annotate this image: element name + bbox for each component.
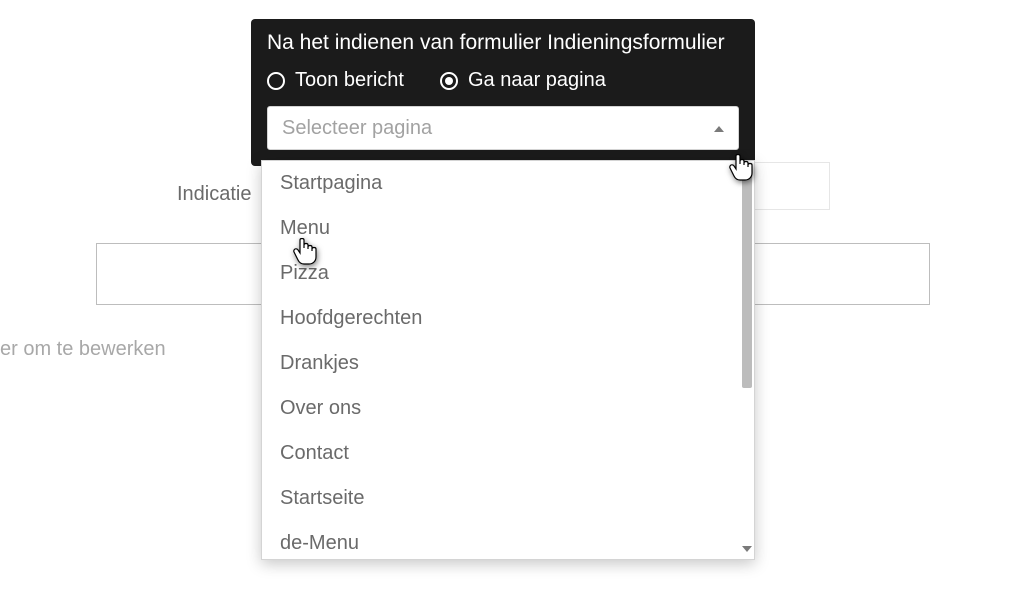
page-select-dropdown: Startpagina Menu Pizza Hoofdgerechten Dr… [261, 160, 755, 560]
scrollbar-thumb[interactable] [742, 163, 752, 388]
dropdown-item-contact[interactable]: Contact [262, 431, 754, 476]
edit-hint-text: er om te bewerken [0, 338, 166, 361]
radio-group: Toon bericht Ga naar pagina [267, 69, 739, 92]
dropdown-item-drankjes[interactable]: Drankjes [262, 341, 754, 386]
caret-up-icon [714, 119, 724, 137]
popup-title: Na het indienen van formulier Indienings… [267, 31, 739, 55]
page-select[interactable]: Selecteer pagina [267, 106, 739, 150]
radio-label-ga: Ga naar pagina [468, 69, 606, 92]
form-submit-action-popup: Na het indienen van formulier Indienings… [251, 19, 755, 166]
dropdown-item-de-menu[interactable]: de-Menu [262, 521, 754, 559]
dropdown-item-pizza[interactable]: Pizza [262, 251, 754, 296]
select-placeholder: Selecteer pagina [282, 117, 432, 140]
caret-down-icon[interactable] [742, 539, 752, 557]
indicatie-label: Indicatie [177, 183, 252, 206]
radio-ga-naar-pagina[interactable]: Ga naar pagina [440, 69, 606, 92]
dropdown-item-hoofdgerechten[interactable]: Hoofdgerechten [262, 296, 754, 341]
dropdown-item-startseite[interactable]: Startseite [262, 476, 754, 521]
radio-label-toon: Toon bericht [295, 69, 404, 92]
dropdown-item-menu[interactable]: Menu [262, 206, 754, 251]
dropdown-item-over-ons[interactable]: Over ons [262, 386, 754, 431]
radio-icon-selected [440, 72, 458, 90]
radio-icon-unselected [267, 72, 285, 90]
dropdown-item-startpagina[interactable]: Startpagina [262, 161, 754, 206]
radio-toon-bericht[interactable]: Toon bericht [267, 69, 404, 92]
